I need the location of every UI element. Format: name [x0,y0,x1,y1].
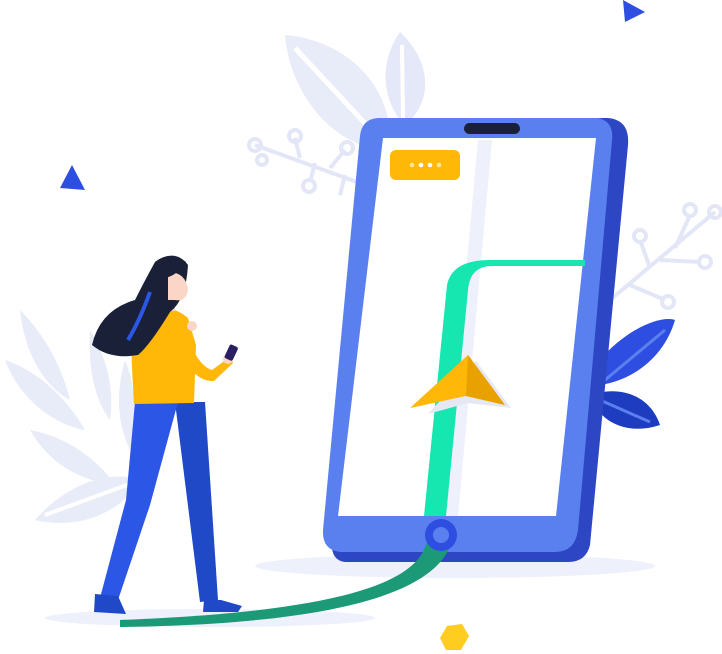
woman-figure [92,255,242,614]
home-button-icon [425,519,457,551]
ground-shadow [45,554,655,627]
navigation-illustration [0,0,722,654]
speaker-notch [464,123,520,134]
illustration-canvas [5,0,722,650]
status-dots-icon [390,150,460,180]
hexagon-deco-icon [440,624,469,650]
branch-icon [608,202,722,310]
branch-icon [247,128,366,196]
